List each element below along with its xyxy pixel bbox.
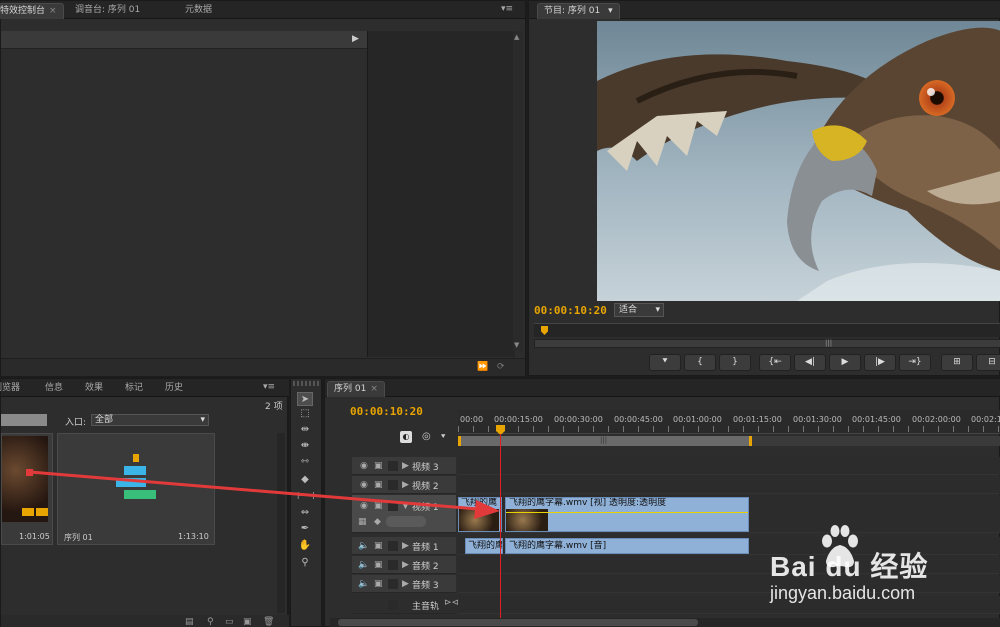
- baidu-url: jingyan.baidu.com: [770, 583, 916, 603]
- baidu-watermark: Bai du 经验 jingyan.baidu.com: [770, 525, 1000, 615]
- baidu-brand: Bai du 经验: [770, 551, 929, 582]
